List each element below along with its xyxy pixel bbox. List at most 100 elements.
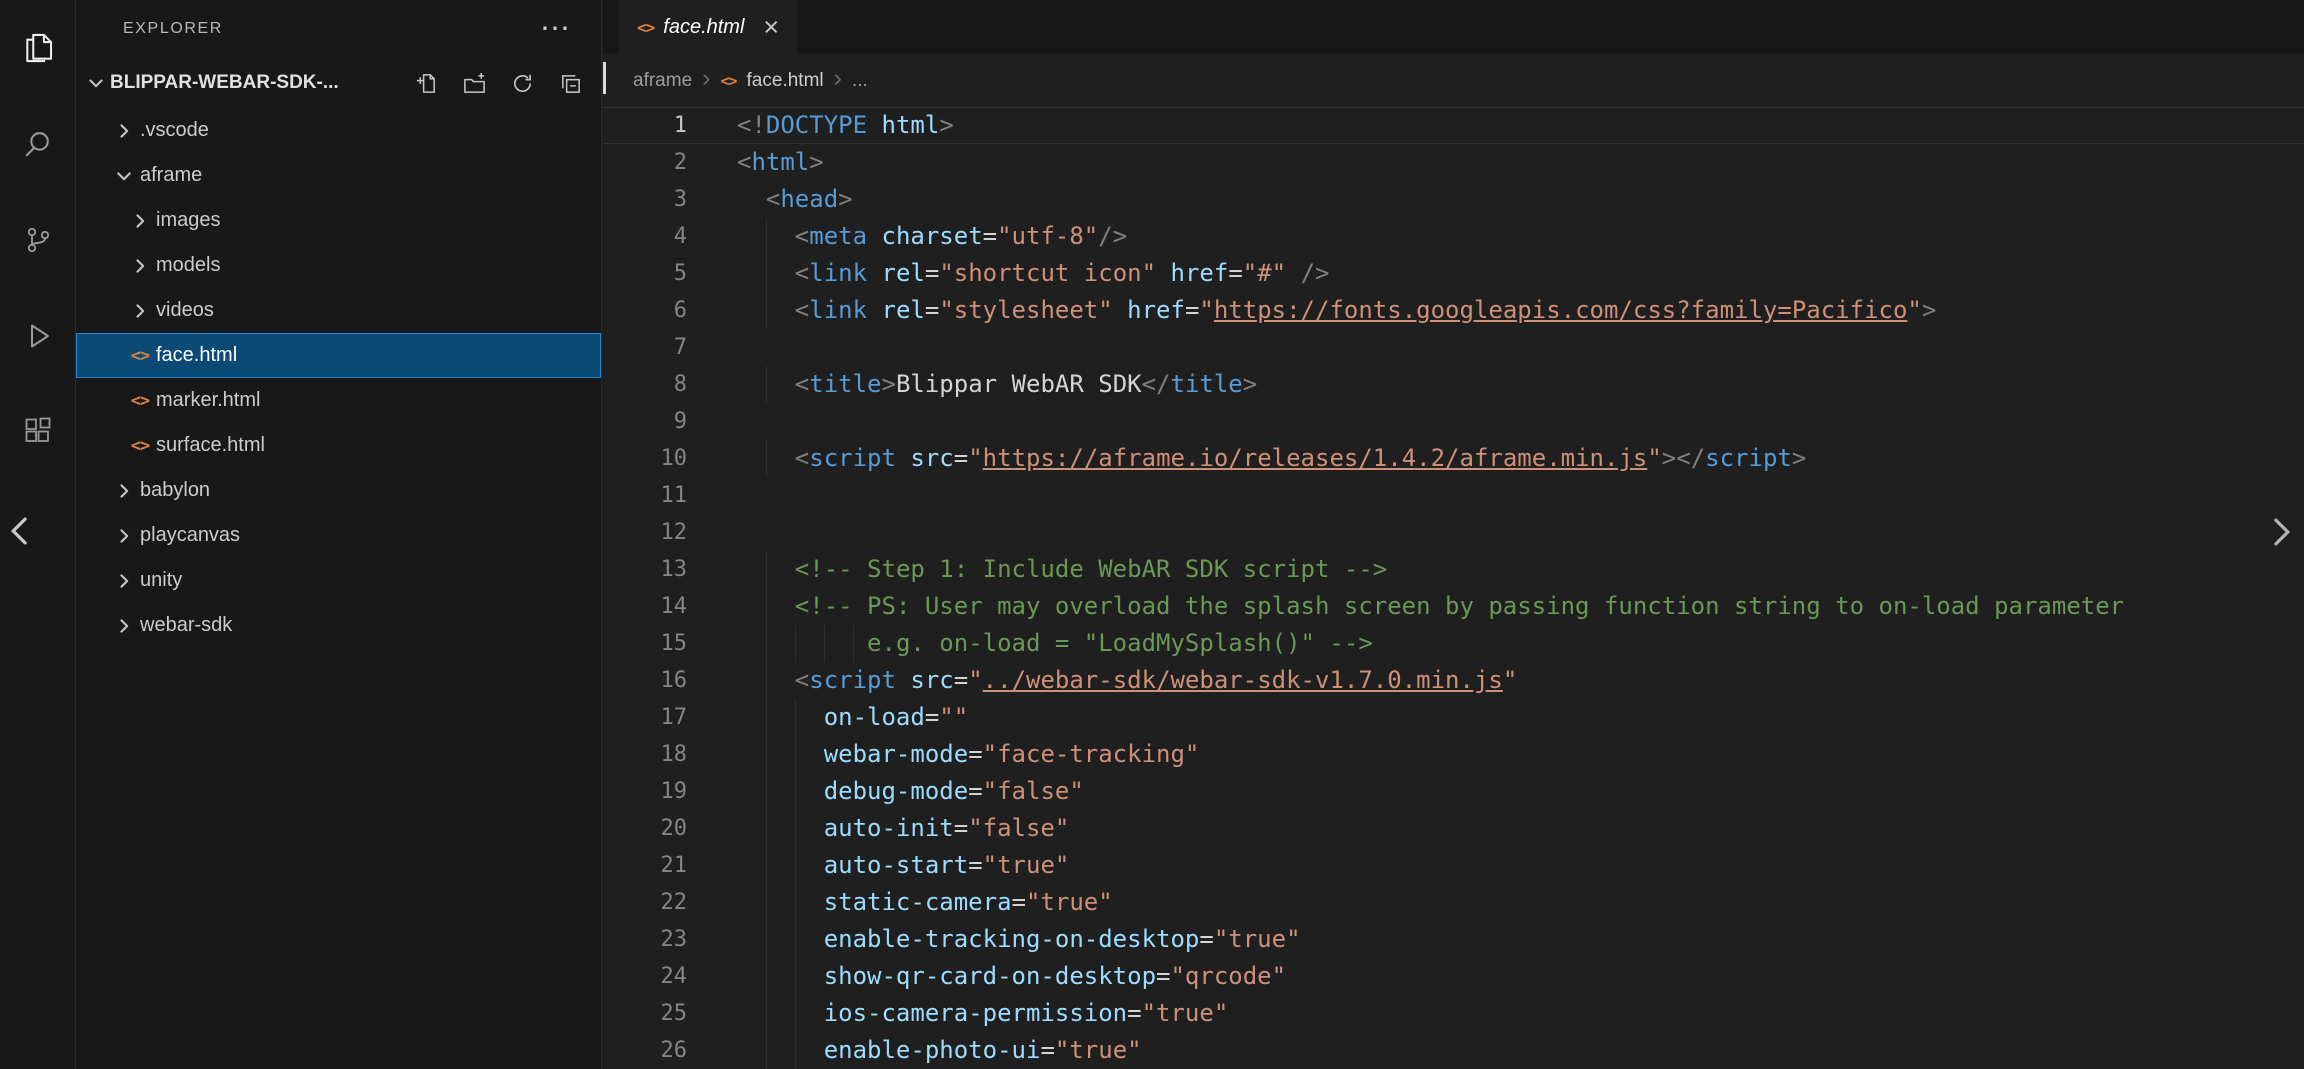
more-actions-icon[interactable]: ⋯ [540, 22, 571, 36]
activitybar-item-extensions[interactable] [0, 384, 75, 480]
project-header[interactable]: BLIPPAR-WEBAR-SDK-... [76, 58, 601, 108]
indent-guide [766, 699, 767, 736]
tree-item-surface-html[interactable]: <>surface.html [76, 423, 601, 468]
code-line-8[interactable]: 8<title>Blippar WebAR SDK</title> [603, 366, 2304, 403]
line-number[interactable]: 19 [603, 773, 737, 810]
new-file-icon[interactable] [415, 72, 438, 95]
indent-guide [795, 847, 796, 884]
chevron-left-icon[interactable] [5, 514, 35, 548]
line-number[interactable]: 10 [603, 440, 737, 477]
code-line-24[interactable]: 24show-qr-card-on-desktop="qrcode" [603, 958, 2304, 995]
chevron-down-icon[interactable] [84, 71, 108, 95]
activitybar-item-explorer[interactable] [0, 0, 75, 96]
tree-item-aframe[interactable]: aframe [76, 153, 601, 198]
code-line-14[interactable]: 14<!-- PS: User may overload the splash … [603, 588, 2304, 625]
tree-item-face-html[interactable]: <>face.html [76, 333, 601, 378]
code-area[interactable]: 1<!DOCTYPE html>2<html>3<head>4<meta cha… [603, 107, 2304, 1069]
code-line-17[interactable]: 17on-load="" [603, 699, 2304, 736]
line-number[interactable]: 13 [603, 551, 737, 588]
line-number[interactable]: 26 [603, 1032, 737, 1069]
code-token: script [1705, 444, 1792, 472]
code-line-7[interactable]: 7 [603, 329, 2304, 366]
code-token: ../webar-sdk/webar-sdk-v1.7.0.min.js [983, 666, 1503, 694]
code-line-6[interactable]: 6<link rel="stylesheet" href="https://fo… [603, 292, 2304, 329]
chevron-right-icon[interactable] [128, 209, 152, 233]
chevron-right-icon[interactable] [128, 254, 152, 278]
line-number[interactable]: 14 [603, 588, 737, 625]
code-line-12[interactable]: 12 [603, 514, 2304, 551]
line-number[interactable]: 9 [603, 403, 737, 440]
tree-item-videos[interactable]: videos [76, 288, 601, 333]
chevron-down-icon[interactable] [112, 164, 136, 188]
code-line-26[interactable]: 26enable-photo-ui="true" [603, 1032, 2304, 1069]
line-number[interactable]: 18 [603, 736, 737, 773]
code-line-19[interactable]: 19debug-mode="false" [603, 773, 2304, 810]
line-number[interactable]: 5 [603, 255, 737, 292]
tree-item-webar-sdk[interactable]: webar-sdk [76, 603, 601, 648]
breadcrumb-folder[interactable]: aframe [633, 70, 692, 92]
tree-item-images[interactable]: images [76, 198, 601, 243]
code-line-5[interactable]: 5<link rel="shortcut icon" href="#" /> [603, 255, 2304, 292]
line-number[interactable]: 1 [603, 107, 737, 144]
line-number[interactable]: 3 [603, 181, 737, 218]
line-number[interactable]: 16 [603, 662, 737, 699]
line-number[interactable]: 2 [603, 144, 737, 181]
line-number[interactable]: 21 [603, 847, 737, 884]
code-line-22[interactable]: 22static-camera="true" [603, 884, 2304, 921]
code-token [867, 296, 881, 324]
code-line-9[interactable]: 9 [603, 403, 2304, 440]
code-line-1[interactable]: 1<!DOCTYPE html> [603, 107, 2304, 144]
close-icon[interactable]: × [763, 17, 779, 37]
line-number[interactable]: 24 [603, 958, 737, 995]
chevron-right-icon[interactable] [128, 299, 152, 323]
line-number[interactable]: 12 [603, 514, 737, 551]
line-number[interactable]: 8 [603, 366, 737, 403]
code-line-3[interactable]: 3<head> [603, 181, 2304, 218]
line-number[interactable]: 15 [603, 625, 737, 662]
refresh-icon[interactable] [511, 72, 534, 95]
line-number[interactable]: 6 [603, 292, 737, 329]
line-number[interactable]: 23 [603, 921, 737, 958]
line-number[interactable]: 7 [603, 329, 737, 366]
activitybar-item-run-debug[interactable] [0, 288, 75, 384]
code-line-11[interactable]: 11 [603, 477, 2304, 514]
breadcrumb-more[interactable]: ... [852, 70, 868, 92]
line-number[interactable]: 11 [603, 477, 737, 514]
breadcrumb-file[interactable]: face.html [747, 70, 824, 92]
activitybar-item-search[interactable] [0, 96, 75, 192]
code-line-20[interactable]: 20auto-init="false" [603, 810, 2304, 847]
line-number[interactable]: 4 [603, 218, 737, 255]
code-line-2[interactable]: 2<html> [603, 144, 2304, 181]
chevron-right-icon[interactable] [112, 119, 136, 143]
line-number[interactable]: 20 [603, 810, 737, 847]
code-line-10[interactable]: 10<script src="https://aframe.io/release… [603, 440, 2304, 477]
tab-face-html[interactable]: <> face.html × [619, 0, 797, 54]
tree-item-unity[interactable]: unity [76, 558, 601, 603]
chevron-right-icon[interactable] [2266, 515, 2296, 549]
line-number[interactable]: 25 [603, 995, 737, 1032]
code-token: = [954, 444, 968, 472]
chevron-right-icon[interactable] [112, 479, 136, 503]
code-line-13[interactable]: 13<!-- Step 1: Include WebAR SDK script … [603, 551, 2304, 588]
tree-item-babylon[interactable]: babylon [76, 468, 601, 513]
code-token: "true" [1142, 999, 1229, 1027]
code-line-23[interactable]: 23enable-tracking-on-desktop="true" [603, 921, 2304, 958]
code-line-4[interactable]: 4<meta charset="utf-8"/> [603, 218, 2304, 255]
code-line-21[interactable]: 21auto-start="true" [603, 847, 2304, 884]
chevron-right-icon[interactable] [112, 614, 136, 638]
line-number[interactable]: 17 [603, 699, 737, 736]
tree-item-models[interactable]: models [76, 243, 601, 288]
code-line-18[interactable]: 18webar-mode="face-tracking" [603, 736, 2304, 773]
code-line-15[interactable]: 15e.g. on-load = "LoadMySplash()" --> [603, 625, 2304, 662]
tree-item-playcanvas[interactable]: playcanvas [76, 513, 601, 558]
chevron-right-icon[interactable] [112, 524, 136, 548]
code-line-25[interactable]: 25ios-camera-permission="true" [603, 995, 2304, 1032]
code-line-16[interactable]: 16<script src="../webar-sdk/webar-sdk-v1… [603, 662, 2304, 699]
new-folder-icon[interactable] [463, 72, 486, 95]
activitybar-item-source-control[interactable] [0, 192, 75, 288]
collapse-all-icon[interactable] [559, 72, 582, 95]
line-number[interactable]: 22 [603, 884, 737, 921]
chevron-right-icon[interactable] [112, 569, 136, 593]
tree-item-marker-html[interactable]: <>marker.html [76, 378, 601, 423]
tree-item--vscode[interactable]: .vscode [76, 108, 601, 153]
